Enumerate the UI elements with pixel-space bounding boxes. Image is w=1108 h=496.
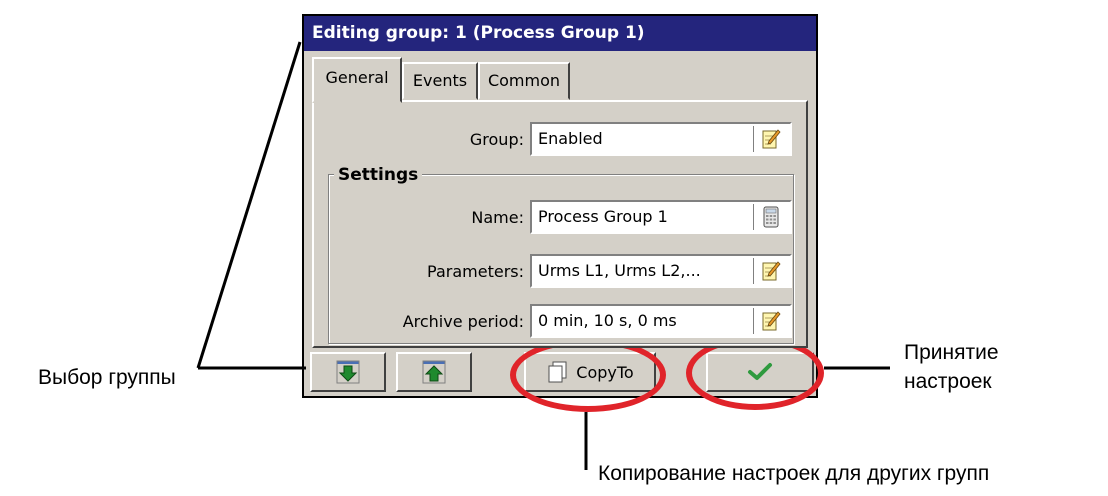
previous-group-button[interactable] (396, 352, 472, 392)
archive-period-field[interactable]: 0 min, 10 s, 0 ms (530, 304, 792, 338)
archive-period-value: 0 min, 10 s, 0 ms (538, 311, 677, 330)
group-field[interactable]: Enabled (530, 122, 792, 156)
tab-events[interactable]: Events (402, 62, 478, 100)
copy-to-highlight-ellipse (510, 338, 666, 412)
general-tab-panel: Group: Enabled Settings Name: Process Gr… (312, 100, 808, 348)
keyboard-button[interactable] (753, 204, 788, 230)
window-title: Editing group: 1 (Process Group 1) (304, 16, 816, 51)
arrow-down-icon (336, 360, 360, 384)
name-label: Name: (471, 208, 524, 227)
parameters-label: Parameters: (427, 262, 524, 281)
parameters-value: Urms L1, Urms L2,... (538, 261, 701, 280)
parameters-field[interactable]: Urms L1, Urms L2,... (530, 254, 792, 288)
dialog-window: Editing group: 1 (Process Group 1) Gener… (302, 14, 818, 398)
keypad-icon (763, 206, 779, 228)
tab-general[interactable]: General (312, 57, 402, 103)
group-select-annotation: Выбор группы (38, 366, 176, 389)
notepad-edit-icon (762, 311, 781, 331)
accept-annotation-line2: настроек (904, 370, 992, 393)
group-value: Enabled (538, 129, 603, 148)
archive-period-label: Archive period: (402, 312, 524, 331)
group-label: Group: (469, 130, 524, 149)
next-group-button[interactable] (310, 352, 386, 392)
edit-group-button[interactable] (753, 126, 788, 152)
copy-settings-annotation: Копирование настроек для других групп (598, 462, 990, 485)
tab-common[interactable]: Common (478, 62, 570, 100)
arrow-up-icon (422, 360, 446, 384)
group-select-pointer-upper (196, 41, 302, 369)
notepad-edit-icon (762, 129, 781, 149)
notepad-edit-icon (762, 261, 781, 281)
name-field[interactable]: Process Group 1 (530, 200, 792, 234)
edit-parameters-button[interactable] (753, 258, 788, 284)
accept-annotation-line1: Принятие (904, 341, 999, 364)
name-value: Process Group 1 (538, 207, 668, 226)
edit-archive-period-button[interactable] (753, 308, 788, 334)
settings-title: Settings (334, 165, 423, 185)
